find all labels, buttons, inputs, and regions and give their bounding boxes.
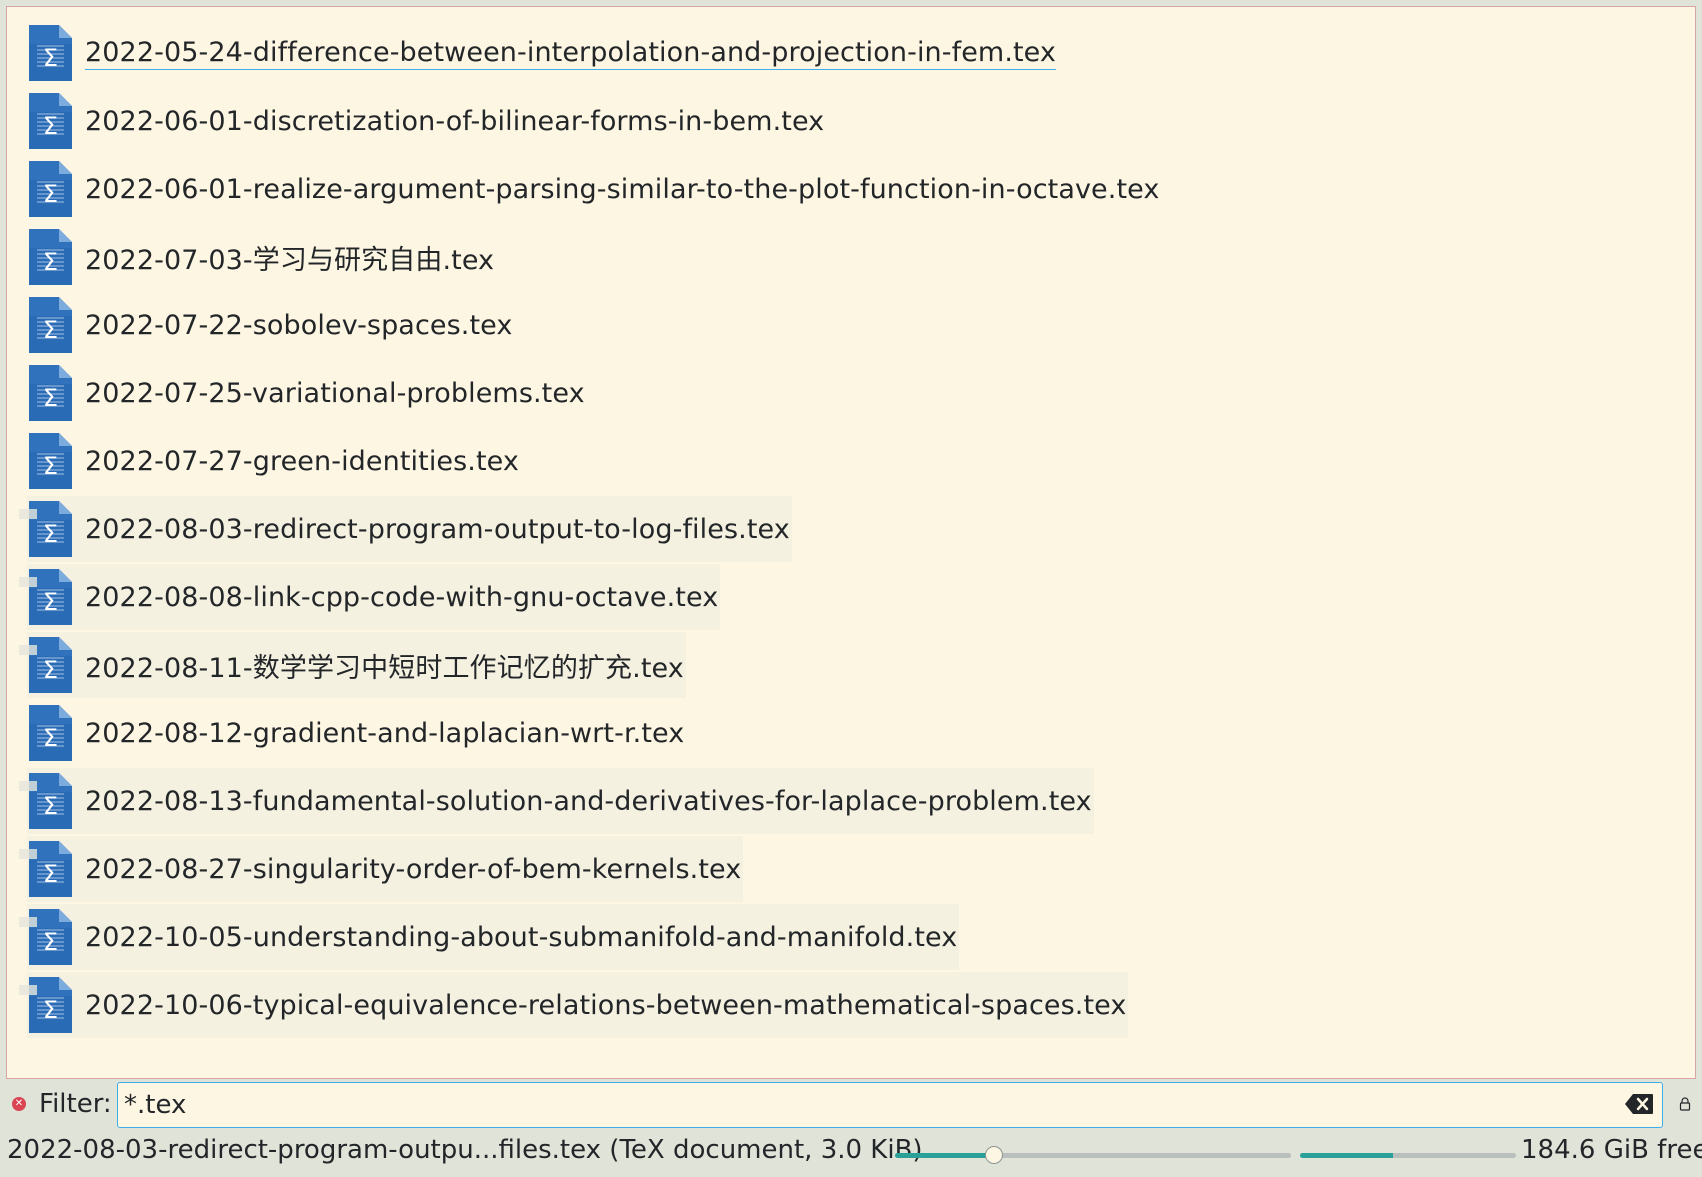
selection-toggle-icon[interactable]	[19, 985, 37, 995]
svg-text:Σ: Σ	[43, 792, 58, 820]
file-item[interactable]: Σ 2022-10-06-typical-equivalence-relatio…	[7, 971, 1161, 1039]
file-item[interactable]: Σ 2022-10-05-understanding-about-submani…	[7, 903, 1161, 971]
file-item-row[interactable]: Σ 2022-08-11-数学学习中短时工作记忆的扩充.tex	[27, 632, 686, 698]
file-item[interactable]: Σ 2022-08-13-fundamental-solution-and-de…	[7, 767, 1161, 835]
tex-document-icon: Σ	[29, 365, 72, 421]
status-bar: 2022-08-03-redirect-program-outpu...file…	[0, 1132, 1702, 1177]
tex-document-icon: Σ	[29, 161, 72, 217]
disk-space-fill	[1300, 1153, 1393, 1158]
tex-document-icon: Σ	[29, 25, 72, 81]
tex-document-icon: Σ	[29, 93, 72, 149]
file-name: 2022-08-12-gradient-and-laplacian-wrt-r.…	[85, 717, 685, 749]
svg-text:Σ: Σ	[43, 928, 58, 956]
filter-bar: ✕ Filter:	[0, 1080, 1702, 1132]
svg-text:Σ: Σ	[43, 112, 58, 140]
file-item-row[interactable]: Σ 2022-07-25-variational-problems.tex	[27, 360, 587, 426]
zoom-slider[interactable]	[895, 1145, 1291, 1165]
tex-document-icon: Σ	[29, 433, 72, 489]
file-name: 2022-07-27-green-identities.tex	[85, 445, 519, 477]
disk-space-bar	[1300, 1153, 1516, 1158]
lock-icon[interactable]	[1679, 1097, 1691, 1111]
zoom-slider-handle[interactable]	[985, 1146, 1003, 1164]
file-item[interactable]: Σ 2022-06-01-realize-argument-parsing-si…	[7, 155, 1161, 223]
file-item[interactable]: Σ 2022-05-24-difference-between-interpol…	[7, 19, 1161, 87]
file-name: 2022-08-11-数学学习中短时工作记忆的扩充.tex	[85, 652, 684, 684]
file-item[interactable]: Σ 2022-08-12-gradient-and-laplacian-wrt-…	[7, 699, 1161, 767]
file-item-row[interactable]: Σ 2022-07-27-green-identities.tex	[27, 428, 521, 494]
file-name: 2022-10-06-typical-equivalence-relations…	[85, 989, 1127, 1021]
tex-document-icon: Σ	[29, 229, 72, 285]
selection-toggle-icon[interactable]	[19, 509, 37, 519]
free-space-label: 184.6 GiB free	[1521, 1135, 1702, 1165]
clear-text-icon[interactable]	[1624, 1093, 1654, 1115]
file-name: 2022-06-01-discretization-of-bilinear-fo…	[85, 105, 825, 137]
file-list-view[interactable]: Σ 2022-05-24-difference-between-interpol…	[6, 6, 1696, 1079]
file-name: 2022-07-22-sobolev-spaces.tex	[85, 309, 513, 341]
file-item-row[interactable]: Σ 2022-08-27-singularity-order-of-bem-ke…	[27, 836, 744, 902]
svg-text:Σ: Σ	[43, 656, 58, 684]
svg-text:Σ: Σ	[43, 44, 58, 72]
svg-text:Σ: Σ	[43, 588, 58, 616]
file-name: 2022-08-27-singularity-order-of-bem-kern…	[85, 853, 742, 885]
file-name: 2022-08-03-redirect-program-output-to-lo…	[85, 513, 790, 545]
selection-toggle-icon[interactable]	[19, 849, 37, 859]
selection-toggle-icon[interactable]	[19, 577, 37, 587]
selection-toggle-icon[interactable]	[19, 917, 37, 927]
file-item[interactable]: Σ 2022-08-11-数学学习中短时工作记忆的扩充.tex	[7, 631, 1161, 699]
selection-toggle-icon[interactable]	[19, 645, 37, 655]
filter-input[interactable]	[117, 1082, 1663, 1128]
close-filter-icon[interactable]: ✕	[12, 1097, 26, 1111]
file-item[interactable]: Σ 2022-07-25-variational-problems.tex	[7, 359, 1161, 427]
file-name: 2022-05-24-difference-between-interpolat…	[85, 36, 1057, 70]
svg-text:Σ: Σ	[43, 180, 58, 208]
svg-text:Σ: Σ	[43, 452, 58, 480]
zoom-slider-fill	[895, 1153, 994, 1158]
file-item-row[interactable]: Σ 2022-06-01-realize-argument-parsing-si…	[27, 156, 1161, 222]
file-item[interactable]: Σ 2022-07-27-green-identities.tex	[7, 427, 1161, 495]
file-item[interactable]: Σ 2022-08-03-redirect-program-output-to-…	[7, 495, 1161, 563]
selected-file-info: 2022-08-03-redirect-program-outpu...file…	[7, 1135, 923, 1165]
file-item[interactable]: Σ 2022-08-08-link-cpp-code-with-gnu-octa…	[7, 563, 1161, 631]
file-item-row[interactable]: Σ 2022-07-03-学习与研究自由.tex	[27, 224, 496, 290]
file-name: 2022-06-01-realize-argument-parsing-simi…	[85, 173, 1160, 205]
file-item-row[interactable]: Σ 2022-08-13-fundamental-solution-and-de…	[27, 768, 1094, 834]
svg-text:Σ: Σ	[43, 384, 58, 412]
file-name: 2022-10-05-understanding-about-submanifo…	[85, 921, 958, 953]
file-item-row[interactable]: Σ 2022-08-12-gradient-and-laplacian-wrt-…	[27, 700, 686, 766]
file-list: Σ 2022-05-24-difference-between-interpol…	[7, 19, 1161, 1039]
svg-text:Σ: Σ	[43, 248, 58, 276]
selection-toggle-icon[interactable]	[19, 781, 37, 791]
file-item[interactable]: Σ 2022-08-27-singularity-order-of-bem-ke…	[7, 835, 1161, 903]
file-name: 2022-07-03-学习与研究自由.tex	[85, 244, 495, 276]
file-item-row[interactable]: Σ 2022-08-08-link-cpp-code-with-gnu-octa…	[27, 564, 721, 630]
file-name: 2022-08-08-link-cpp-code-with-gnu-octave…	[85, 581, 719, 613]
file-name: 2022-08-13-fundamental-solution-and-deri…	[85, 785, 1092, 817]
file-item-row[interactable]: Σ 2022-07-22-sobolev-spaces.tex	[27, 292, 514, 358]
file-item-row[interactable]: Σ 2022-06-01-discretization-of-bilinear-…	[27, 88, 826, 154]
tex-document-icon: Σ	[29, 297, 72, 353]
file-item[interactable]: Σ 2022-07-03-学习与研究自由.tex	[7, 223, 1161, 291]
svg-text:Σ: Σ	[43, 724, 58, 752]
file-item-row[interactable]: Σ 2022-05-24-difference-between-interpol…	[27, 20, 1058, 86]
file-item[interactable]: Σ 2022-07-22-sobolev-spaces.tex	[7, 291, 1161, 359]
file-item-row[interactable]: Σ 2022-10-06-typical-equivalence-relatio…	[27, 972, 1129, 1038]
file-item[interactable]: Σ 2022-06-01-discretization-of-bilinear-…	[7, 87, 1161, 155]
svg-text:Σ: Σ	[43, 996, 58, 1024]
svg-text:Σ: Σ	[43, 316, 58, 344]
tex-document-icon: Σ	[29, 705, 72, 761]
file-item-row[interactable]: Σ 2022-08-03-redirect-program-output-to-…	[27, 496, 792, 562]
svg-text:Σ: Σ	[43, 860, 58, 888]
filter-label: Filter:	[39, 1089, 112, 1119]
file-name: 2022-07-25-variational-problems.tex	[85, 377, 585, 409]
svg-text:Σ: Σ	[43, 520, 58, 548]
file-item-row[interactable]: Σ 2022-10-05-understanding-about-submani…	[27, 904, 960, 970]
